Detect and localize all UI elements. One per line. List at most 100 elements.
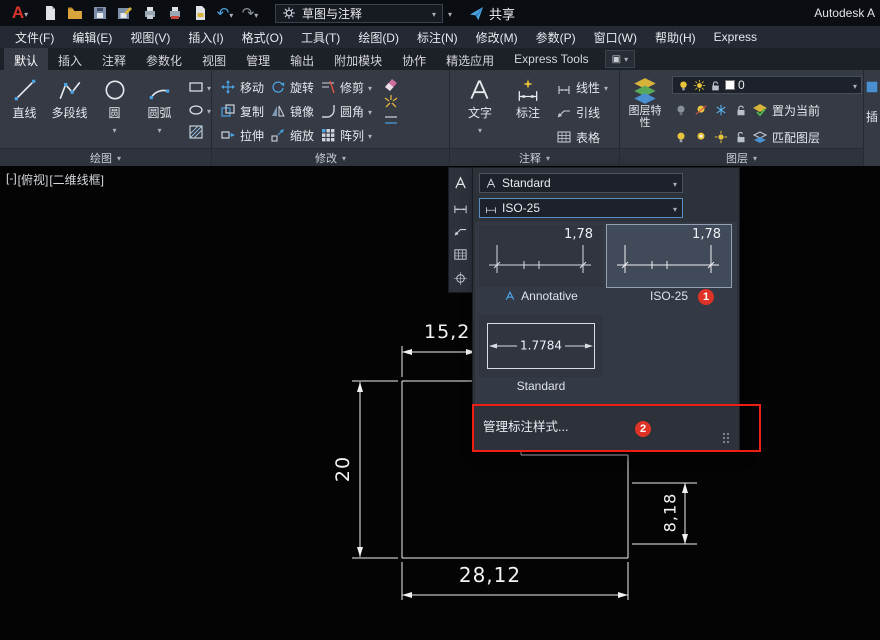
- tab-parametric[interactable]: 参数化: [136, 48, 192, 70]
- tab-manage[interactable]: 管理: [236, 48, 280, 70]
- tab-addins[interactable]: 附加模块: [324, 48, 392, 70]
- table-style-icon[interactable]: [452, 246, 470, 262]
- tab-express-tools[interactable]: Express Tools: [504, 48, 598, 70]
- tool-mirror-button[interactable]: 镜像: [270, 100, 314, 122]
- tab-annotate[interactable]: 注释: [92, 48, 136, 70]
- share-button[interactable]: 共享: [469, 4, 515, 23]
- layer-thaw-icon[interactable]: [712, 129, 729, 145]
- tool-ellipse-button[interactable]: [188, 101, 211, 119]
- tool-circle-button[interactable]: 圆: [92, 70, 137, 148]
- menu-modify[interactable]: 修改(M): [467, 29, 527, 46]
- menu-edit[interactable]: 编辑(E): [63, 29, 121, 46]
- set-current-layer-button[interactable]: 置为当前: [752, 99, 820, 121]
- text-style-select[interactable]: Standard: [479, 173, 683, 193]
- tab-home[interactable]: 默认: [4, 48, 49, 70]
- menu-dimension[interactable]: 标注(N): [408, 29, 467, 46]
- tool-explode-button[interactable]: [382, 94, 399, 110]
- center-mark-icon[interactable]: [452, 270, 470, 286]
- dimstyle-iso25[interactable]: 1,78: [606, 224, 732, 288]
- flyout-resize-grip[interactable]: [723, 433, 731, 445]
- tool-leader-button[interactable]: 引线: [556, 101, 608, 123]
- layer-properties-button[interactable]: 图层特性: [624, 70, 666, 148]
- tool-arc-button[interactable]: 圆弧: [137, 70, 182, 148]
- tool-polyline-button[interactable]: 多段线: [47, 70, 92, 148]
- dim-style-select[interactable]: ISO-25: [479, 198, 683, 218]
- manage-dim-styles-item[interactable]: 管理标注样式...: [473, 408, 739, 442]
- mleader-style-icon[interactable]: [452, 222, 470, 238]
- chevron-down-icon: [207, 78, 211, 96]
- menu-tools[interactable]: 工具(T): [292, 29, 349, 46]
- plot-button[interactable]: [140, 3, 160, 23]
- tool-rectangle-button[interactable]: [188, 78, 211, 96]
- menu-format[interactable]: 格式(O): [233, 29, 292, 46]
- tool-move-button[interactable]: 移动: [220, 76, 264, 98]
- dimstyle-annotative[interactable]: 1,78: [479, 225, 603, 287]
- workspace-selector[interactable]: 草图与注释: [275, 3, 443, 23]
- new-file-button[interactable]: [40, 3, 60, 23]
- viewport-menu-control[interactable]: [-]: [6, 171, 17, 188]
- tool-text-button[interactable]: 文字: [460, 70, 500, 148]
- panel-label-draw[interactable]: 绘图: [0, 148, 211, 166]
- ribbon-display-toggle[interactable]: [604, 50, 636, 68]
- menu-view[interactable]: 视图(V): [121, 29, 179, 46]
- tool-offset-button[interactable]: [382, 112, 399, 128]
- workspace-extra-caret-icon[interactable]: [448, 4, 452, 22]
- tab-featured-apps[interactable]: 精选应用: [436, 48, 504, 70]
- panel-label-annotate[interactable]: 注释: [450, 148, 619, 166]
- layer-unlock-open-icon[interactable]: [732, 129, 749, 145]
- tool-copy-button[interactable]: 复制: [220, 100, 264, 122]
- publish-button[interactable]: [190, 3, 210, 23]
- text-style-icon[interactable]: [452, 174, 470, 190]
- tab-output[interactable]: 输出: [280, 48, 324, 70]
- layer-unisolate-icon[interactable]: [692, 129, 709, 145]
- dimstyle-annotative-label[interactable]: Annotative: [479, 289, 603, 303]
- tool-array-button[interactable]: 阵列: [320, 124, 372, 146]
- layer-off-icon[interactable]: [672, 102, 689, 118]
- menu-express[interactable]: Express: [705, 30, 766, 44]
- tool-trim-button[interactable]: 修剪: [320, 76, 372, 98]
- layer-on-icon[interactable]: [672, 129, 689, 145]
- menu-bar: 文件(F) 编辑(E) 视图(V) 插入(I) 格式(O) 工具(T) 绘图(D…: [0, 26, 880, 48]
- layer-lock-icon[interactable]: [732, 102, 749, 118]
- menu-help[interactable]: 帮助(H): [646, 29, 705, 46]
- batch-plot-button[interactable]: [165, 3, 185, 23]
- dimstyle-standard-label[interactable]: Standard: [479, 379, 603, 393]
- drawing-area[interactable]: [-] [俯视] [二维线框] 15,2 20 28,12 8,18: [0, 166, 880, 640]
- tool-table-button[interactable]: 表格: [556, 126, 608, 148]
- tool-hatch-button[interactable]: [188, 124, 211, 140]
- tab-insert[interactable]: 插入: [48, 48, 92, 70]
- tab-collaborate[interactable]: 协作: [392, 48, 436, 70]
- tool-dimension-button[interactable]: 标注: [508, 70, 548, 148]
- tool-line-button[interactable]: 直线: [2, 70, 47, 148]
- menu-file[interactable]: 文件(F): [6, 29, 63, 46]
- layer-isolate-icon[interactable]: [692, 102, 709, 118]
- tool-fillet-button[interactable]: 圆角: [320, 100, 372, 122]
- layer-freeze-icon[interactable]: [712, 102, 729, 118]
- tool-rotate-button[interactable]: 旋转: [270, 76, 314, 98]
- menu-window[interactable]: 窗口(W): [585, 29, 646, 46]
- hatch-icon: [189, 125, 203, 139]
- open-file-button[interactable]: [65, 3, 85, 23]
- tool-linear-dim-button[interactable]: 线性: [556, 76, 608, 98]
- menu-parametric[interactable]: 参数(P): [527, 29, 585, 46]
- view-control[interactable]: [俯视]: [18, 171, 49, 188]
- panel-label-modify[interactable]: 修改: [212, 148, 449, 166]
- match-layer-button[interactable]: 匹配图层: [752, 126, 820, 148]
- tab-view[interactable]: 视图: [192, 48, 236, 70]
- tool-erase-button[interactable]: [382, 76, 399, 92]
- redo-button[interactable]: [240, 3, 260, 23]
- gear-icon: [283, 7, 295, 19]
- undo-button[interactable]: [215, 3, 235, 23]
- dimstyle-standard[interactable]: 1.7784: [479, 315, 603, 377]
- menu-draw[interactable]: 绘图(D): [349, 29, 408, 46]
- visual-style-control[interactable]: [二维线框]: [49, 171, 104, 188]
- panel-label-layers[interactable]: 图层: [620, 148, 863, 166]
- dim-style-icon[interactable]: [452, 198, 470, 214]
- layer-select[interactable]: 0: [672, 76, 862, 94]
- save-as-button[interactable]: [115, 3, 135, 23]
- tool-stretch-button[interactable]: 拉伸: [220, 124, 264, 146]
- menu-insert[interactable]: 插入(I): [179, 29, 232, 46]
- app-menu-button[interactable]: A: [5, 3, 35, 23]
- tool-scale-button[interactable]: 缩放: [270, 124, 314, 146]
- save-button[interactable]: [90, 3, 110, 23]
